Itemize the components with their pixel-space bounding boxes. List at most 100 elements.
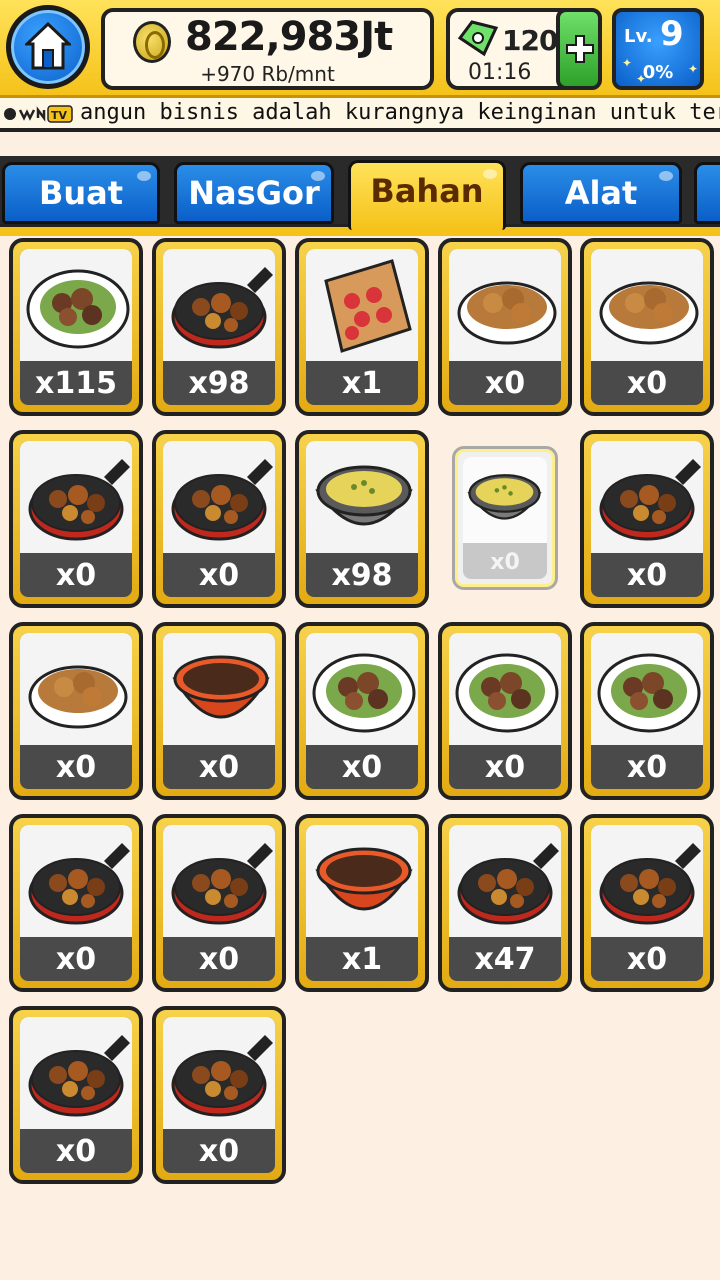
ingredient-card-frame: x0 (163, 633, 275, 789)
ingredient-card-frame: x0 (163, 1017, 275, 1173)
ingredient-card-frame: x1 (306, 249, 418, 405)
ticket-count: 120 (502, 24, 558, 57)
level-label: Lv. (624, 26, 653, 47)
ingredient-card[interactable]: x1 (295, 814, 429, 992)
coin-panel: 822,983Jt +970 Rb/mnt (101, 8, 434, 90)
ingredient-card[interactable]: x0 (152, 814, 286, 992)
tab-nasgor[interactable]: NasGor (174, 162, 334, 224)
svg-text:TV: TV (51, 109, 68, 122)
ingredient-card[interactable]: x47 (438, 814, 572, 992)
ingredient-count: x115 (35, 366, 117, 401)
ingredient-card[interactable]: x0 (438, 622, 572, 800)
ingredient-card[interactable]: x0 (152, 1006, 286, 1184)
tab-buat[interactable]: Buat (2, 162, 160, 224)
ingredient-card-frame: x0 (591, 633, 703, 789)
ingredient-card[interactable]: x115 (9, 238, 143, 416)
ingredient-count: x0 (55, 1134, 97, 1169)
ticket-icon (457, 20, 499, 57)
ingredient-card-frame: x0 (306, 633, 418, 789)
tab-alat[interactable]: Alat (520, 162, 682, 224)
ingredient-count: x0 (55, 750, 97, 785)
ingredient-count: x98 (331, 558, 393, 593)
ingredient-count: x98 (188, 366, 250, 401)
ticker-text: angun bisnis adalah kurangnya keinginan … (80, 100, 720, 125)
ingredient-card-frame: x1 (306, 825, 418, 981)
ingredient-card[interactable]: x0 (9, 1006, 143, 1184)
mixed-pan-icon (20, 1017, 132, 1129)
chicken-pan-icon (449, 825, 561, 937)
ingredient-card-frame: x0 (591, 441, 703, 597)
potato-meat-pan-icon (20, 441, 132, 553)
ingredient-card-frame: x98 (306, 441, 418, 597)
ingredient-card[interactable]: x0 (152, 430, 286, 608)
ingredient-count: x0 (341, 750, 383, 785)
add-ticket-button[interactable] (556, 8, 602, 90)
fried-rice-omelette-icon (20, 249, 132, 361)
ingredient-card[interactable]: x0 (580, 430, 714, 608)
ingredient-count: x0 (626, 942, 668, 977)
ingredient-card-frame: x0 (20, 633, 132, 789)
ticket-timer: 01:16 (468, 60, 532, 85)
tab-bar: Buat NasGor Bahan Alat (0, 136, 720, 238)
ingredient-card[interactable]: x98 (152, 238, 286, 416)
ingredient-card-frame: x0 (449, 249, 561, 405)
ingredient-card[interactable]: x0 (580, 622, 714, 800)
ingredient-card[interactable]: x1 (295, 238, 429, 416)
fishcake-bowl-icon (306, 825, 418, 937)
ingredient-card[interactable]: x98 (295, 430, 429, 608)
ingredient-card[interactable]: x0 (580, 814, 714, 992)
beef-plate-3-icon (591, 633, 703, 745)
beef-pan-1-icon (20, 825, 132, 937)
ingredient-count: x1 (341, 942, 383, 977)
chili-bowl-icon (463, 457, 547, 543)
ingredient-card-frame: x0 (20, 825, 132, 981)
tab-bahan[interactable]: Bahan (348, 160, 506, 230)
beef-plate-1-icon (306, 633, 418, 745)
glazed-meat-dish-icon (20, 633, 132, 745)
ingredient-count: x47 (474, 942, 536, 977)
ingredient-card[interactable]: x0 (9, 430, 143, 608)
ingredient-card[interactable]: x0 (152, 622, 286, 800)
ingredient-count: x0 (55, 558, 97, 593)
coin-value: 822,983Jt (185, 14, 393, 60)
top-bar: 822,983Jt +970 Rb/mnt 120 01:16 ✦ ✦ ✦ Lv… (0, 0, 720, 98)
vegetable-pan-icon (163, 1017, 275, 1129)
ingredient-card-frame: x0 (163, 441, 275, 597)
ingredient-count: x0 (198, 1134, 240, 1169)
ingredient-card[interactable]: x0 (295, 622, 429, 800)
level-progress: 0% (642, 62, 674, 83)
ingredient-card-frame: x0 (163, 825, 275, 981)
ingredient-count: x0 (55, 942, 97, 977)
ingredient-card[interactable]: x0 (9, 622, 143, 800)
ingredient-card-frame: x0 (20, 441, 132, 597)
tab-more[interactable] (694, 162, 720, 224)
ingredient-count: x0 (198, 750, 240, 785)
ingredient-card[interactable]: x0 (580, 238, 714, 416)
sauce-bowl-icon (163, 633, 275, 745)
tomato-board-icon (306, 249, 418, 361)
ingredient-card[interactable]: x0 (9, 814, 143, 992)
meatball-pan-icon (163, 441, 275, 553)
dark-meat-pan-icon (591, 441, 703, 553)
ingredient-card[interactable]: x0 (452, 446, 558, 590)
ingredient-card-frame: x47 (449, 825, 561, 981)
coin-rate: +970 Rb/mnt (200, 62, 335, 86)
ingredient-card-frame: x0 (463, 457, 547, 579)
coin-icon (133, 21, 171, 63)
home-button[interactable] (6, 5, 90, 89)
ingredient-card-frame: x0 (449, 633, 561, 789)
ingredient-count: x0 (484, 750, 526, 785)
ingredient-count: x0 (626, 366, 668, 401)
beef-plate-2-icon (449, 633, 561, 745)
beef-pan-2-icon (163, 825, 275, 937)
level-number: 9 (660, 14, 684, 54)
ingredient-card-frame: x0 (20, 1017, 132, 1173)
level-panel[interactable]: ✦ ✦ ✦ Lv. 9 0% (612, 8, 704, 90)
ingredient-card-frame: x0 (591, 825, 703, 981)
ingredient-count: x1 (341, 366, 383, 401)
ingredient-card-frame: x115 (20, 249, 132, 405)
scrambled-egg-bowl-icon (306, 441, 418, 553)
ingredient-card[interactable]: x0 (438, 238, 572, 416)
meat-potato-bowl-icon (591, 249, 703, 361)
home-icon (25, 22, 71, 70)
